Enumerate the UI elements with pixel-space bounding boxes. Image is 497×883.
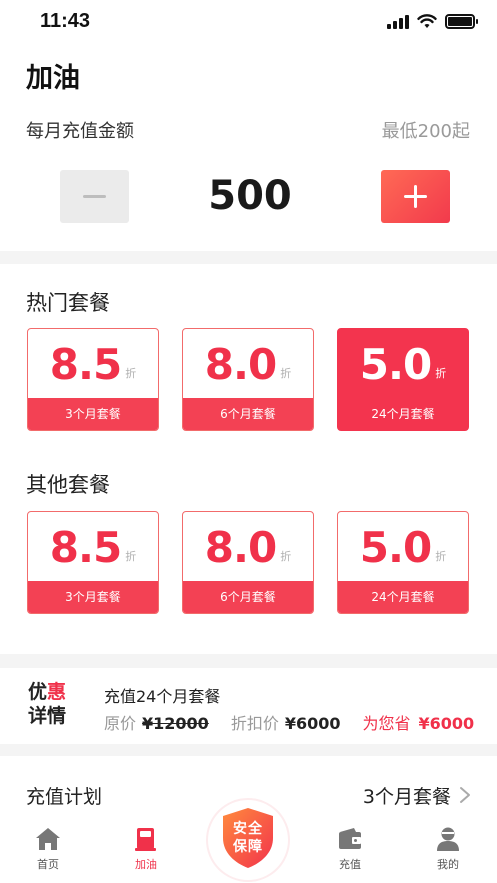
- other-package-card-6-month[interactable]: 8.0 折 6个月套餐: [182, 511, 314, 614]
- page-title: 加油: [26, 63, 80, 94]
- tab-refuel[interactable]: 加油: [116, 826, 176, 872]
- savings-value: ¥6000: [418, 714, 475, 733]
- signal-icon: [387, 14, 409, 29]
- package-name: 6个月套餐: [183, 398, 313, 430]
- discount-price: ¥6000: [284, 714, 341, 733]
- status-icons: [387, 14, 478, 29]
- package-name: 24个月套餐: [338, 398, 468, 430]
- amount-min-hint: 最低200起: [381, 121, 470, 142]
- tab-home[interactable]: 首页: [18, 826, 78, 872]
- hot-package-card-6-month[interactable]: 8.0 折 6个月套餐: [182, 328, 314, 431]
- section-divider: [0, 654, 497, 668]
- other-package-card-24-month[interactable]: 5.0 折 24个月套餐: [337, 511, 469, 614]
- shield-text: 安全 保障: [233, 821, 263, 855]
- package-name: 6个月套餐: [183, 581, 313, 613]
- hot-package-card-3-month[interactable]: 8.5 折 3个月套餐: [27, 328, 159, 431]
- package-discount: 5.0: [359, 339, 432, 389]
- promo-badge: 优惠 详情: [28, 681, 67, 727]
- package-discount-unit: 折: [435, 550, 447, 563]
- decrease-amount-button[interactable]: [60, 170, 129, 223]
- promo-title: 充值24个月套餐: [104, 687, 221, 706]
- plan-value: 3个月套餐: [362, 786, 451, 808]
- promo-price-line: 原价 ¥12000 折扣价 ¥6000 为您省 ¥6000: [104, 710, 474, 734]
- hot-packages-title: 热门套餐: [26, 291, 110, 315]
- section-divider: [0, 744, 497, 756]
- wallet-icon: [339, 828, 361, 849]
- package-discount-unit: 折: [280, 550, 292, 563]
- package-discount-unit: 折: [280, 367, 292, 380]
- amount-value: 500: [208, 173, 292, 219]
- tab-mine[interactable]: 我的: [418, 826, 478, 872]
- other-package-card-3-month[interactable]: 8.5 折 3个月套餐: [27, 511, 159, 614]
- status-time: 11:43: [40, 10, 91, 32]
- fuel-pump-icon: [135, 828, 156, 851]
- section-divider: [0, 251, 497, 264]
- battery-icon: [445, 14, 478, 29]
- package-discount: 8.0: [204, 522, 277, 572]
- increase-amount-button[interactable]: [381, 170, 450, 223]
- package-discount-unit: 折: [435, 367, 447, 380]
- user-icon: [437, 827, 459, 851]
- plan-label: 充值计划: [26, 786, 103, 808]
- status-bar: 11:43: [0, 0, 497, 44]
- amount-label: 每月充值金额: [26, 121, 134, 142]
- discount-price-label: 折扣价: [230, 714, 279, 733]
- other-packages-title: 其他套餐: [26, 473, 110, 497]
- package-discount-unit: 折: [125, 367, 137, 380]
- package-name: 24个月套餐: [338, 581, 468, 613]
- package-name: 3个月套餐: [28, 398, 158, 430]
- tab-refuel-label: 加油: [135, 858, 157, 871]
- hot-package-card-24-month[interactable]: 5.0 折 24个月套餐: [337, 328, 469, 431]
- tab-recharge-label: 充值: [339, 858, 361, 871]
- tab-home-label: 首页: [37, 858, 59, 871]
- savings-label: 为您省: [362, 714, 411, 733]
- package-discount-unit: 折: [125, 550, 137, 563]
- tab-mine-label: 我的: [437, 858, 459, 871]
- chevron-right-icon: [460, 787, 470, 803]
- minus-icon: [83, 195, 106, 198]
- home-icon: [36, 828, 60, 850]
- tab-recharge[interactable]: 充值: [320, 826, 380, 872]
- original-price: ¥12000: [142, 714, 209, 733]
- wifi-icon: [417, 14, 437, 28]
- safety-guarantee-button[interactable]: 安全 保障: [208, 800, 288, 880]
- package-discount: 8.5: [49, 339, 122, 389]
- package-name: 3个月套餐: [28, 581, 158, 613]
- package-discount: 8.5: [49, 522, 122, 572]
- package-discount: 5.0: [359, 522, 432, 572]
- original-price-label: 原价: [104, 714, 137, 733]
- package-discount: 8.0: [204, 339, 277, 389]
